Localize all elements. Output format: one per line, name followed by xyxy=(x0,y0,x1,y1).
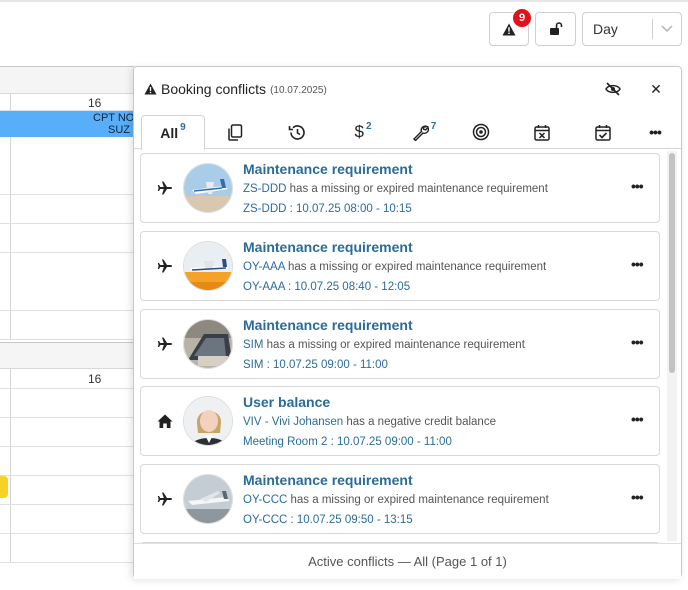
tab-confirmed[interactable] xyxy=(593,115,613,149)
day-number-top: 16 xyxy=(88,96,102,110)
conflict-subject-link[interactable]: SIM xyxy=(243,339,263,351)
top-border xyxy=(0,0,688,2)
schedule-upper xyxy=(0,66,134,340)
lock-button[interactable] xyxy=(535,12,576,46)
conflict-title: User balance xyxy=(243,394,331,410)
conflict-item[interactable]: Maintenance requirement OY-CCC has a mis… xyxy=(140,464,660,534)
item-more-icon[interactable]: ••• xyxy=(631,489,644,505)
conflict-description: SIM has a missing or expired maintenance… xyxy=(243,339,525,351)
copy-icon xyxy=(228,123,243,141)
conflict-title: Maintenance requirement xyxy=(243,161,413,177)
simulator-avatar xyxy=(183,319,233,369)
conflict-subject-link[interactable]: OY-AAA xyxy=(243,261,285,273)
schedule-lower xyxy=(0,342,134,563)
calendar-check-icon xyxy=(595,124,611,141)
hide-icon[interactable] xyxy=(604,80,622,98)
panel-date: (10.07.2025) xyxy=(270,84,327,96)
conflict-description: OY-CCC has a missing or expired maintena… xyxy=(243,494,549,506)
conflict-booking-link[interactable]: OY-CCC : 10.07.25 09:50 - 13:15 xyxy=(243,514,413,526)
tab-copy[interactable] xyxy=(225,115,245,149)
aircraft-avatar xyxy=(183,474,233,524)
conflict-item[interactable]: User balance VIV - Vivi Johansen has a n… xyxy=(140,386,660,456)
conflict-item[interactable]: Maintenance requirement SIM has a missin… xyxy=(140,309,660,379)
conflict-message: has a missing or expired maintenance req… xyxy=(290,494,549,506)
tab-all[interactable]: All 9 xyxy=(141,115,205,150)
user-avatar xyxy=(183,396,233,446)
close-icon[interactable]: ✕ xyxy=(647,80,665,98)
item-more-icon[interactable]: ••• xyxy=(631,334,644,350)
conflict-item[interactable]: Maintenance requirement ZS-DDD has a mis… xyxy=(140,153,660,223)
tab-target[interactable] xyxy=(471,115,491,149)
plane-icon xyxy=(157,259,172,273)
booking-marker[interactable] xyxy=(0,476,8,498)
plane-icon xyxy=(157,492,172,506)
booking-text-1: CPT NO xyxy=(93,112,135,124)
conflict-item[interactable]: Maintenance requirement OY-AAA has a mis… xyxy=(140,231,660,301)
conflict-booking-link[interactable]: OY-AAA : 10.07.25 08:40 - 12:05 xyxy=(243,281,410,293)
select-divider xyxy=(652,19,653,39)
plane-icon xyxy=(157,337,172,351)
conflict-subject-link[interactable]: ZS-DDD xyxy=(243,183,286,195)
plane-icon xyxy=(157,181,172,195)
conflict-title: Maintenance requirement xyxy=(243,239,413,255)
conflict-booking-link[interactable]: ZS-DDD : 10.07.25 08:00 - 10:15 xyxy=(243,203,412,215)
alert-count-badge: 9 xyxy=(512,8,532,28)
dollar-icon: $ xyxy=(354,122,364,141)
conflict-title: Maintenance requirement xyxy=(243,472,413,488)
item-more-icon[interactable]: ••• xyxy=(631,178,644,194)
conflict-booking-link[interactable]: Meeting Room 2 : 10.07.25 09:00 - 11:00 xyxy=(243,436,452,448)
scrollbar-thumb[interactable] xyxy=(669,153,675,373)
view-select[interactable]: Day xyxy=(582,12,682,46)
chevron-down-icon xyxy=(661,25,673,33)
day-number-bottom: 16 xyxy=(88,372,102,386)
panel-title: Booking conflicts xyxy=(161,81,267,97)
aircraft-avatar xyxy=(183,163,233,213)
conflict-description: ZS-DDD has a missing or expired maintena… xyxy=(243,183,548,195)
history-icon xyxy=(288,124,305,140)
conflict-message: has a negative credit balance xyxy=(346,416,496,428)
panel-header: Booking conflicts (10.07.2025) ✕ xyxy=(134,67,681,111)
conflict-description: OY-AAA has a missing or expired maintena… xyxy=(243,261,546,273)
conflict-booking-link[interactable]: SIM : 10.07.25 09:00 - 11:00 xyxy=(243,359,388,371)
tab-cancelled[interactable] xyxy=(532,115,552,149)
unlock-icon xyxy=(549,22,562,35)
conflict-message: has a missing or expired maintenance req… xyxy=(287,261,547,273)
tab-maintenance[interactable]: 7 xyxy=(409,115,439,149)
wrench-icon xyxy=(412,124,429,141)
item-more-icon[interactable]: ••• xyxy=(631,411,644,427)
aircraft-avatar xyxy=(183,241,233,291)
view-select-value: Day xyxy=(593,21,618,37)
booking-text-2: SUZ xyxy=(108,124,130,136)
item-more-icon[interactable]: ••• xyxy=(631,256,644,272)
list-scrollbar[interactable] xyxy=(667,151,677,541)
more-icon: ••• xyxy=(649,124,662,140)
booking-conflicts-panel: Booking conflicts (10.07.2025) ✕ All 9 $… xyxy=(133,66,682,579)
tab-balance[interactable]: $ 2 xyxy=(350,115,376,149)
conflict-subject-link[interactable]: OY-CCC xyxy=(243,494,287,506)
warning-icon xyxy=(144,83,157,95)
pagination-status: Active conflicts — All (Page 1 of 1) xyxy=(134,543,681,579)
calendar-x-icon xyxy=(534,124,550,141)
conflict-subject-link[interactable]: VIV - Vivi Johansen xyxy=(243,416,343,428)
conflict-message: has a missing or expired maintenance req… xyxy=(266,339,525,351)
conflict-message: has a missing or expired maintenance req… xyxy=(289,183,548,195)
target-icon xyxy=(472,123,490,141)
conflict-title: Maintenance requirement xyxy=(243,317,413,333)
conflict-tabs: All 9 $ 2 7 ••• xyxy=(134,111,681,150)
tab-history[interactable] xyxy=(287,115,307,149)
home-icon xyxy=(157,414,173,428)
tab-more[interactable]: ••• xyxy=(645,115,665,149)
conflict-description: VIV - Vivi Johansen has a negative credi… xyxy=(243,416,496,428)
